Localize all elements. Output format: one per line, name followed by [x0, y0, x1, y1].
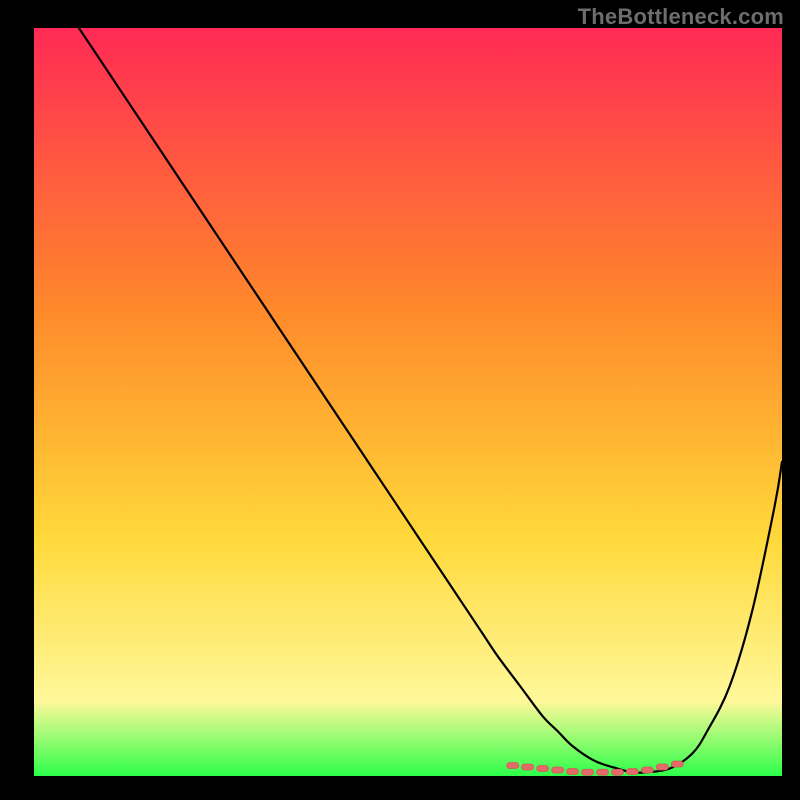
plot-background [34, 28, 782, 776]
highlight-marker [611, 769, 623, 775]
highlight-marker [596, 769, 608, 775]
highlight-marker [567, 769, 579, 775]
bottleneck-plot [34, 28, 782, 776]
highlight-marker [582, 769, 594, 775]
highlight-marker [656, 764, 668, 770]
watermark: TheBottleneck.com [578, 4, 784, 30]
highlight-marker [552, 767, 564, 773]
chart-container: TheBottleneck.com [0, 0, 800, 800]
highlight-marker [507, 763, 519, 769]
highlight-marker [522, 764, 534, 770]
highlight-marker [671, 761, 683, 767]
highlight-marker [626, 769, 638, 775]
highlight-marker [641, 767, 653, 773]
highlight-marker [537, 766, 549, 772]
